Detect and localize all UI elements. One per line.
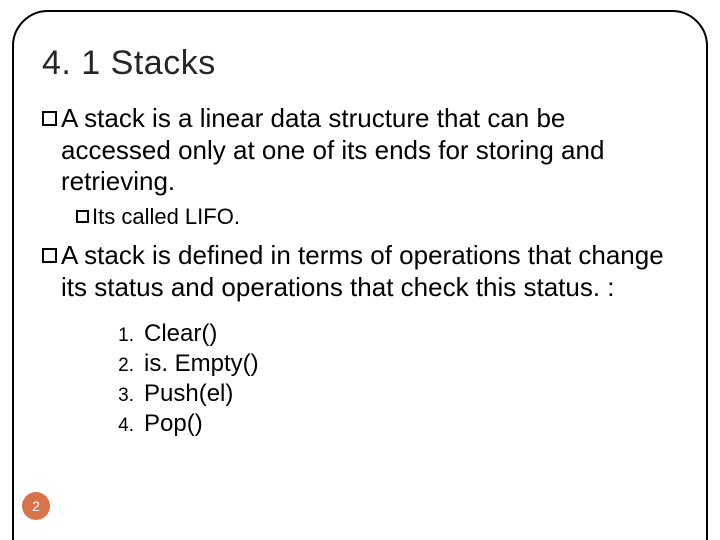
sub-bullet-text: Its called LIFO. — [92, 204, 240, 230]
bullet-text: A stack is defined in terms of operation… — [61, 240, 680, 303]
page-number-badge: 2 — [22, 492, 50, 520]
list-number: 1. — [106, 325, 134, 347]
page-number: 2 — [32, 498, 40, 514]
bullet-item: A stack is a linear data structure that … — [42, 103, 680, 198]
list-text: Clear() — [144, 320, 217, 348]
square-bullet-icon — [76, 210, 89, 223]
list-text: Pop() — [144, 410, 203, 438]
bullet-item: A stack is defined in terms of operation… — [42, 240, 680, 303]
list-item: 4. Pop() — [106, 410, 680, 438]
list-item: 1. Clear() — [106, 320, 680, 348]
list-number: 3. — [106, 385, 134, 407]
square-bullet-icon — [42, 111, 57, 126]
slide: 4. 1 Stacks A stack is a linear data str… — [0, 0, 720, 540]
list-number: 2. — [106, 355, 134, 377]
slide-content: 4. 1 Stacks A stack is a linear data str… — [42, 44, 680, 440]
square-bullet-icon — [42, 248, 57, 263]
sub-bullet-item: Its called LIFO. — [76, 204, 680, 230]
operations-list: 1. Clear() 2. is. Empty() 3. Push(el) 4.… — [106, 320, 680, 438]
list-item: 3. Push(el) — [106, 380, 680, 408]
list-number: 4. — [106, 415, 134, 437]
list-text: is. Empty() — [144, 350, 259, 378]
slide-title: 4. 1 Stacks — [42, 44, 680, 83]
list-item: 2. is. Empty() — [106, 350, 680, 378]
bullet-text: A stack is a linear data structure that … — [61, 103, 680, 198]
list-text: Push(el) — [144, 380, 233, 408]
